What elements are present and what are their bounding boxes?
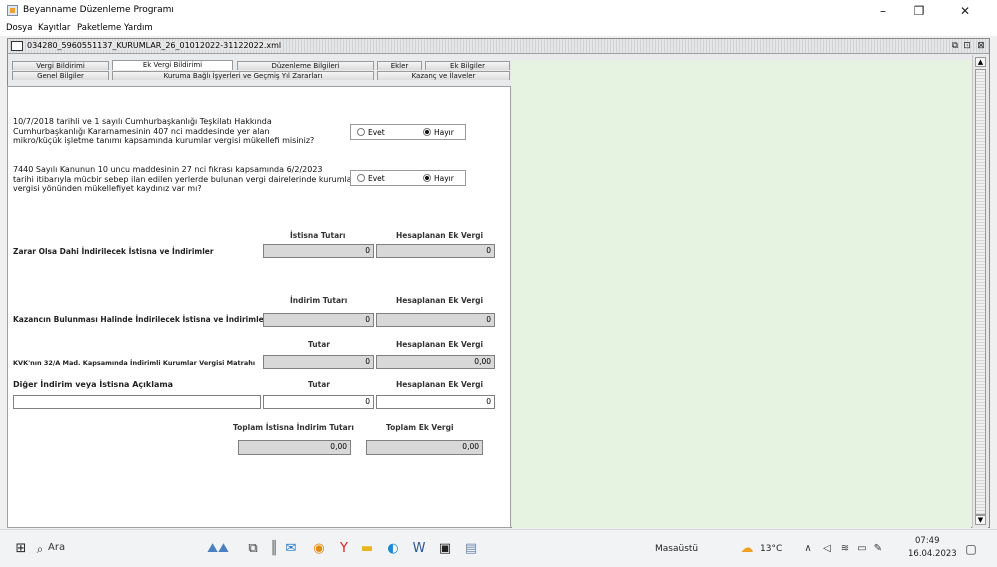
label-kvk-32a: KVK'nın 32/A Mad. Kapsamında İndirimli K…	[13, 359, 256, 367]
radio-hayir[interactable]	[423, 174, 431, 182]
beyanname-app-icon[interactable]: ▤	[462, 540, 480, 558]
field-hesaplanan-ek-vergi[interactable]: 0	[376, 313, 495, 327]
field-hesaplanan-ek-vergi[interactable]: 0,00	[376, 355, 495, 369]
document-maximize-icon[interactable]: ⊡	[961, 40, 973, 52]
clock-date[interactable]: 16.04.2023	[908, 549, 957, 559]
field-tutar[interactable]: 0	[263, 355, 374, 369]
document-restore-icon[interactable]: ⧉	[949, 40, 961, 52]
chevron-up-icon[interactable]: ∧	[799, 540, 817, 558]
radio-label-hayir: Hayır	[434, 174, 454, 183]
notification-icon[interactable]: ▢	[962, 540, 980, 558]
tab-duzenleme-bilgileri[interactable]: Düzenleme Bilgileri	[237, 61, 374, 70]
scroll-up-icon[interactable]: ▲	[975, 57, 986, 67]
network-icon[interactable]: ≋	[836, 540, 854, 558]
empty-workspace	[512, 60, 971, 528]
task-view-icon[interactable]: ⧉	[244, 540, 262, 558]
question-line: vergisi yönünden mükellefiyet kaydınız v…	[13, 184, 202, 193]
widget-icon[interactable]: ║	[265, 540, 283, 558]
weather-icon[interactable]: ☁	[738, 540, 756, 558]
question-mucbir-sebep: 7440 Sayılı Kanunun 10 uncu maddesinin 2…	[13, 165, 355, 194]
pen-icon[interactable]: ✎	[869, 540, 887, 558]
document-title-bar: 034280_5960551137_KURUMLAR_26_01012022-3…	[8, 39, 989, 54]
vertical-scrollbar[interactable]: ▲ ▼	[972, 55, 988, 528]
clock-time[interactable]: 07:49	[915, 536, 940, 546]
tab-ekler[interactable]: Ekler	[377, 61, 422, 70]
speaker-icon[interactable]: ◁	[818, 540, 836, 558]
menu-paketleme[interactable]: Paketleme	[77, 23, 121, 33]
question-mikro-isletme: 10/7/2018 tarihli ve 1 sayılı Cumhurbaşk…	[13, 117, 314, 146]
scrollbar-thumb[interactable]	[975, 69, 986, 515]
radio-label-evet: Evet	[368, 174, 385, 183]
title-bar: Beyanname Düzenleme Programı – ❐ ✕	[0, 0, 997, 22]
label-zarar-olsa-dahi: Zarar Olsa Dahi İndirilecek İstisna ve İ…	[13, 247, 214, 256]
word-icon[interactable]: W	[410, 540, 428, 558]
field-diger-aciklama[interactable]	[13, 395, 261, 409]
window-title: Beyanname Düzenleme Programı	[23, 5, 174, 15]
app-tray-icon[interactable]: ⛰⛰	[196, 540, 240, 558]
content-panel: 10/7/2018 tarihli ve 1 sayılı Cumhurbaşk…	[7, 86, 511, 528]
field-diger-tutar[interactable]: 0	[263, 395, 374, 409]
terminal-icon[interactable]: ▣	[436, 540, 454, 558]
menu-yardim[interactable]: Yardım	[124, 23, 153, 33]
header-toplam-ek-vergi: Toplam Ek Vergi	[386, 423, 454, 432]
question-line: mikro/küçük işletme tanımı kapsamında ku…	[13, 136, 315, 145]
document-icon	[11, 41, 23, 51]
menu-dosya[interactable]: Dosya	[6, 23, 32, 33]
radio-group-mikro-isletme: Evet Hayır	[350, 124, 466, 140]
question-line: 10/7/2018 tarihli ve 1 sayılı Cumhurbaşk…	[13, 117, 272, 126]
header-tutar: Tutar	[308, 380, 330, 389]
tab-kuruma-bagli-isyerleri[interactable]: Kuruma Bağlı İşyerleri ve Geçmiş Yıl Zar…	[112, 71, 374, 80]
menu-bar: Dosya Kayıtlar Paketleme Yardım	[0, 22, 997, 36]
header-indirim-tutari: İndirim Tutarı	[290, 296, 348, 305]
tab-vergi-bildirimi[interactable]: Vergi Bildirimi	[12, 61, 109, 70]
radio-hayir[interactable]	[423, 128, 431, 136]
file-explorer-icon[interactable]: ▬	[358, 540, 376, 558]
app-icon	[7, 5, 18, 16]
radio-label-hayir: Hayır	[434, 128, 454, 137]
field-toplam-istisna[interactable]: 0,00	[238, 440, 351, 455]
header-toplam-istisna: Toplam İstisna İndirim Tutarı	[233, 423, 354, 432]
chrome-icon[interactable]: ◉	[310, 540, 328, 558]
radio-group-mucbir-sebep: Evet Hayır	[350, 170, 466, 186]
question-line: Cumhurbaşkanlığı Kararnamesinin 407 nci …	[13, 126, 270, 136]
tab-kazanc-ve-ilaveler[interactable]: Kazanç ve İlaveler	[377, 71, 510, 80]
radio-label-evet: Evet	[368, 128, 385, 137]
windows-start-icon[interactable]: ⊞	[12, 540, 30, 558]
label-diger-indirim: Diğer İndirim veya İstisna Açıklama	[13, 380, 174, 389]
field-hesaplanan-ek-vergi[interactable]: 0	[376, 244, 495, 258]
document-close-icon[interactable]: ⊠	[975, 40, 987, 52]
question-line: tarihi itibarıyla mücbir sebep ilan edil…	[13, 174, 355, 184]
field-diger-ek-vergi[interactable]: 0	[376, 395, 495, 409]
menu-kayitlar[interactable]: Kayıtlar	[38, 23, 70, 33]
edge-icon[interactable]: ◐	[384, 540, 402, 558]
temperature[interactable]: 13°C	[760, 544, 782, 554]
document-file-name: 034280_5960551137_KURUMLAR_26_01012022-3…	[27, 41, 284, 50]
radio-evet[interactable]	[357, 128, 365, 136]
question-line: 7440 Sayılı Kanunun 10 uncu maddesinin 2…	[13, 165, 323, 174]
close-button[interactable]: ✕	[950, 2, 980, 20]
maximize-button[interactable]: ❐	[904, 2, 934, 20]
taskbar-search[interactable]: Ara	[48, 542, 65, 553]
header-hesaplanan-ek-vergi: Hesaplanan Ek Vergi	[396, 231, 484, 240]
tab-ek-vergi-bildirimi[interactable]: Ek Vergi Bildirimi	[112, 60, 233, 70]
field-indirim-tutari[interactable]: 0	[263, 313, 374, 327]
header-tutar: Tutar	[308, 340, 330, 349]
radio-evet[interactable]	[357, 174, 365, 182]
field-toplam-ek-vergi[interactable]: 0,00	[366, 440, 483, 455]
label-kazancin-bulunmasi: Kazancın Bulunması Halinde İndirilecek İ…	[13, 315, 268, 324]
header-istisna-tutari: İstisna Tutarı	[290, 231, 346, 240]
desktop-label[interactable]: Masaüstü	[655, 544, 698, 554]
minimize-button[interactable]: –	[868, 2, 898, 20]
header-hesaplanan-ek-vergi: Hesaplanan Ek Vergi	[396, 380, 484, 389]
scroll-down-icon[interactable]: ▼	[975, 515, 986, 525]
mail-icon[interactable]: ✉	[282, 540, 300, 558]
tab-genel-bilgiler[interactable]: Genel Bilgiler	[12, 71, 109, 80]
tab-ek-bilgiler[interactable]: Ek Bilgiler	[425, 61, 510, 70]
header-hesaplanan-ek-vergi: Hesaplanan Ek Vergi	[396, 340, 484, 349]
taskbar: ⊞ ⌕ Ara ⛰⛰ ⧉ ║ ✉ ◉ Y ▬ ◐ W ▣ ▤ Masaüstü …	[0, 529, 997, 567]
header-hesaplanan-ek-vergi: Hesaplanan Ek Vergi	[396, 296, 484, 305]
yandex-icon[interactable]: Y	[335, 540, 353, 558]
field-istisna-tutari[interactable]: 0	[263, 244, 374, 258]
search-icon[interactable]: ⌕	[31, 540, 49, 558]
